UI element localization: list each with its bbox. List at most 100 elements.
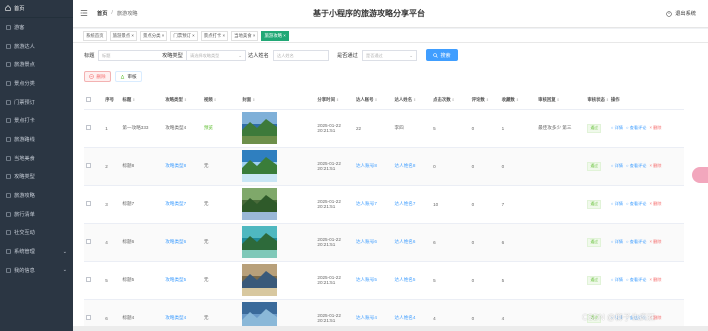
sort-icon[interactable]: ⇕ — [132, 98, 135, 102]
column-header[interactable]: 标题⇕ — [120, 92, 164, 110]
column-header[interactable]: 达人账号⇕ — [353, 92, 393, 110]
pass-select[interactable]: 是否通过 ⌄ — [362, 50, 417, 61]
sidebar-item[interactable]: 当地美食 — [0, 149, 73, 168]
close-icon[interactable]: × — [282, 33, 286, 38]
view-comments-button[interactable]: ○ 查看评论 — [626, 201, 646, 206]
table-row[interactable]: 4 标题6 攻略类型6 无 2025-01-22 20:21:51 达人账号6 达人姓名6 6… — [84, 223, 684, 262]
tab[interactable]: 门票预订 × — [170, 30, 198, 41]
sidebar-item[interactable]: 景点分类 — [0, 74, 73, 93]
row-delete-button[interactable]: × 删除 — [649, 125, 661, 130]
view-comments-button[interactable]: ○ 查看评论 — [626, 125, 646, 130]
close-icon[interactable]: × — [252, 33, 256, 38]
sort-icon[interactable]: ⇕ — [252, 98, 255, 102]
row-delete-button[interactable]: × 删除 — [649, 277, 661, 282]
detail-button[interactable]: ○ 详情 — [611, 125, 623, 130]
view-comments-button[interactable]: ○ 查看评论 — [626, 239, 646, 244]
row-delete-label: 删除 — [653, 277, 662, 282]
column-header[interactable]: 攻略类型⇕ — [163, 92, 202, 110]
column-header[interactable]: 分享时间⇕ — [315, 92, 354, 110]
breadcrumb-home[interactable]: 首页 — [97, 10, 107, 17]
sidebar-item[interactable]: 社交互动 — [0, 224, 73, 243]
view-comments-button[interactable]: ○ 查看评论 — [626, 277, 646, 282]
cover-image[interactable] — [242, 112, 278, 144]
close-icon[interactable]: × — [130, 33, 134, 38]
sort-icon[interactable]: ⇕ — [336, 98, 339, 102]
sidebar-item[interactable]: 景点打卡 — [0, 111, 73, 130]
column-header[interactable]: 审核回复⇕ — [536, 92, 586, 110]
sidebar-item[interactable]: 我的信息 ⌄ — [0, 261, 73, 280]
column-header[interactable]: 封面⇕ — [240, 92, 316, 110]
sidebar-item[interactable]: 攻略类型 — [0, 168, 73, 187]
row-delete-button[interactable]: × 删除 — [649, 201, 661, 206]
column-header[interactable]: 达人姓名⇕ — [392, 92, 432, 110]
name-input[interactable]: 达人姓名 — [273, 50, 329, 61]
close-icon[interactable]: × — [161, 33, 165, 38]
sidebar-item[interactable]: 游客 — [0, 18, 73, 37]
tab[interactable]: 系统首页 — [83, 30, 107, 41]
sidebar-item[interactable]: 门票预订 — [0, 93, 73, 112]
search-button[interactable]: 搜索 — [426, 49, 458, 61]
table-row[interactable]: 1 第一攻略333 攻略类型4 预览 2025-01-22 20:21:51 22 李四 5 0… — [84, 109, 684, 148]
column-header[interactable]: 序号 — [103, 92, 121, 110]
column-header[interactable]: 点击次数⇕ — [431, 92, 470, 110]
column-header[interactable]: 视频⇕ — [201, 92, 241, 110]
type-select[interactable]: 请选择攻略类型 ⌄ — [186, 50, 246, 61]
row-delete-button[interactable]: × 删除 — [649, 239, 661, 244]
tab[interactable]: 景点分类 × — [139, 30, 168, 41]
column-header[interactable]: 评论数⇕ — [469, 92, 500, 110]
sidebar-item-label: 景点打卡 — [14, 118, 35, 125]
detail-button[interactable]: ○ 详情 — [611, 201, 623, 206]
detail-button[interactable]: ○ 详情 — [611, 239, 623, 244]
sidebar-item[interactable]: 旅游路线 — [0, 130, 73, 149]
menu-toggle-icon[interactable] — [80, 9, 88, 17]
sort-icon[interactable]: ⇕ — [375, 98, 378, 102]
tab[interactable]: 旅游攻略 × — [261, 30, 289, 41]
sort-icon[interactable]: ⇕ — [557, 98, 560, 102]
sort-icon[interactable]: ⇕ — [413, 98, 416, 102]
row-checkbox[interactable] — [86, 315, 91, 320]
sidebar-item[interactable]: 旅游景点 — [0, 55, 73, 74]
sort-icon[interactable]: ⇕ — [516, 98, 519, 102]
cover-image[interactable] — [242, 226, 278, 258]
sort-icon[interactable]: ⇕ — [606, 98, 609, 102]
tab[interactable]: 当地美食 × — [231, 30, 259, 41]
cover-image[interactable] — [242, 264, 278, 296]
close-icon[interactable]: × — [191, 33, 195, 38]
select-all-checkbox[interactable] — [86, 97, 91, 103]
detail-button[interactable]: ○ 详情 — [611, 163, 623, 168]
sidebar-item-home[interactable]: 首页 — [0, 0, 73, 18]
tab[interactable]: 景点打卡 × — [200, 30, 229, 41]
table-row[interactable]: 2 标题8 攻略类型8 无 2025-01-22 20:21:51 达人账号8 达人姓名8 0… — [84, 147, 684, 186]
column-header[interactable]: 收藏数⇕ — [499, 92, 537, 110]
cell-video[interactable]: 预览 — [201, 109, 241, 148]
sort-icon[interactable]: ⇕ — [184, 98, 187, 102]
sidebar-item[interactable]: 系统管理 ⌄ — [0, 242, 73, 261]
batch-delete-button[interactable]: 删除 — [84, 71, 111, 82]
floating-side-button[interactable] — [692, 167, 708, 183]
column-header[interactable]: 操作 — [608, 92, 684, 110]
row-checkbox[interactable] — [86, 277, 91, 282]
sidebar-item[interactable]: 旅游达人 — [0, 37, 73, 56]
sidebar-item[interactable]: 旅行清单 — [0, 205, 73, 224]
table-row[interactable]: 3 标题7 攻略类型7 无 2025-01-22 20:21:51 达人账号7 达人姓名7 1… — [84, 185, 684, 224]
sort-icon[interactable]: ⇕ — [452, 98, 455, 102]
view-comments-button[interactable]: ○ 查看评论 — [626, 163, 646, 168]
column-header[interactable]: 审核状态⇕ — [585, 92, 609, 110]
sort-icon[interactable]: ⇕ — [486, 98, 489, 102]
row-delete-button[interactable]: × 删除 — [649, 163, 661, 168]
row-checkbox[interactable] — [86, 201, 91, 206]
sidebar-item[interactable]: 旅游攻略 — [0, 186, 73, 205]
table-row[interactable]: 5 标题5 攻略类型5 无 2025-01-22 20:21:51 达人账号5 达人姓名5 5… — [84, 261, 684, 300]
row-checkbox[interactable] — [86, 239, 91, 244]
sort-icon[interactable]: ⇕ — [214, 98, 217, 102]
detail-button[interactable]: ○ 详情 — [611, 277, 623, 282]
row-checkbox[interactable] — [86, 125, 91, 130]
column-header[interactable] — [84, 92, 104, 110]
audit-button[interactable]: 审核 — [115, 71, 142, 82]
close-icon[interactable]: × — [221, 33, 226, 38]
cover-image[interactable] — [242, 150, 278, 182]
logout-button[interactable]: 退出系统 — [666, 10, 696, 17]
tab[interactable]: 旅游景点 × — [109, 30, 137, 41]
cover-image[interactable] — [242, 188, 278, 220]
row-checkbox[interactable] — [86, 163, 91, 168]
